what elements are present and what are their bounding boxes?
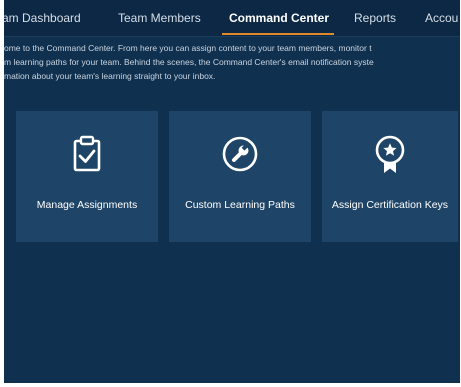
assign-certification-keys-card[interactable]: Assign Certification Keys [322, 111, 458, 242]
tab-command-center[interactable]: Command Center [229, 11, 329, 25]
card-label: Manage Assignments [36, 198, 138, 211]
award-ribbon-icon [322, 135, 458, 173]
intro-line: m learning paths for your team. Behind t… [4, 57, 374, 67]
top-nav: am Dashboard Team Members Command Center… [4, 0, 460, 37]
tab-team-members[interactable]: Team Members [118, 11, 201, 25]
clipboard-check-icon [16, 135, 158, 173]
active-tab-indicator [222, 33, 334, 35]
intro-text: ome to the Command Center. From here you… [4, 41, 460, 83]
card-label: Assign Certification Keys [331, 198, 449, 211]
card-label: Custom Learning Paths [185, 198, 295, 211]
wrench-icon [169, 135, 311, 173]
app-frame: am Dashboard Team Members Command Center… [4, 0, 460, 383]
manage-assignments-card[interactable]: Manage Assignments [16, 111, 158, 242]
intro-line: mation about your team's learning straig… [4, 71, 216, 81]
tab-account[interactable]: Accou [425, 11, 458, 25]
tab-team-dashboard[interactable]: am Dashboard [4, 11, 81, 25]
intro-line: ome to the Command Center. From here you… [4, 43, 372, 53]
tab-reports[interactable]: Reports [354, 11, 396, 25]
custom-learning-paths-card[interactable]: Custom Learning Paths [169, 111, 311, 242]
